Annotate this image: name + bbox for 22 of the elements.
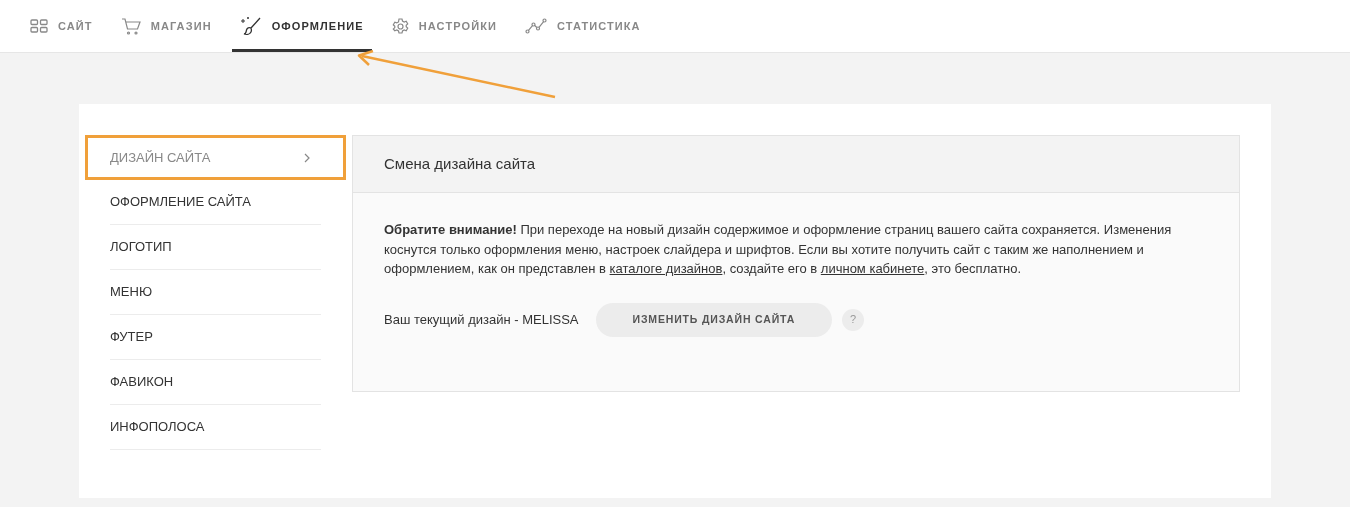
sidebar-item[interactable]: ФАВИКОН <box>110 360 321 405</box>
nav-tab[interactable]: МАГАЗИН <box>112 0 220 52</box>
grid-icon <box>30 19 48 33</box>
nav-tab[interactable]: ОФОРМЛЕНИЕ <box>231 0 372 52</box>
current-design-text: Ваш текущий дизайн - MELISSA <box>384 310 579 329</box>
sidebar-item[interactable]: ДИЗАЙН САЙТА <box>85 135 346 180</box>
sidebar-item[interactable]: ЛОГОТИП <box>110 225 321 270</box>
change-design-button[interactable]: ИЗМЕНИТЬ ДИЗАЙН САЙТА <box>595 302 833 337</box>
nav-tab[interactable]: САЙТ <box>22 0 101 52</box>
cart-icon <box>120 17 141 35</box>
notice-text: Обратите внимание! При переходе на новый дизайн содержимое и оформление страниц вашего сайта сохраняется. Изменения коснутся только оформления меню, настроек слайдера и шрифтов. Если вы хотите получить сайт с таким же наполнением и оформлением, как он представлен в каталоге дизайнов, создайте его в личном кабинете, это бесплатно. <box>384 221 1173 278</box>
nav-tab[interactable]: СТАТИСТИКА <box>517 0 649 52</box>
sidebar-item[interactable]: МЕНЮ <box>110 270 321 315</box>
brush-sparkle-icon <box>239 16 262 36</box>
line-chart-icon <box>525 18 547 34</box>
sidebar-item[interactable]: ФУТЕР <box>110 315 321 360</box>
gear-icon <box>391 17 409 35</box>
panel-title: Смена дизайна сайта <box>384 153 536 174</box>
sidebar-item[interactable]: ОФОРМЛЕНИЕ САЙТА <box>110 180 321 225</box>
sidebar-item[interactable]: ИНФОПОЛОСА <box>110 405 321 450</box>
nav-tab[interactable]: НАСТРОЙКИ <box>383 0 505 52</box>
chevron-right-icon <box>304 152 310 163</box>
